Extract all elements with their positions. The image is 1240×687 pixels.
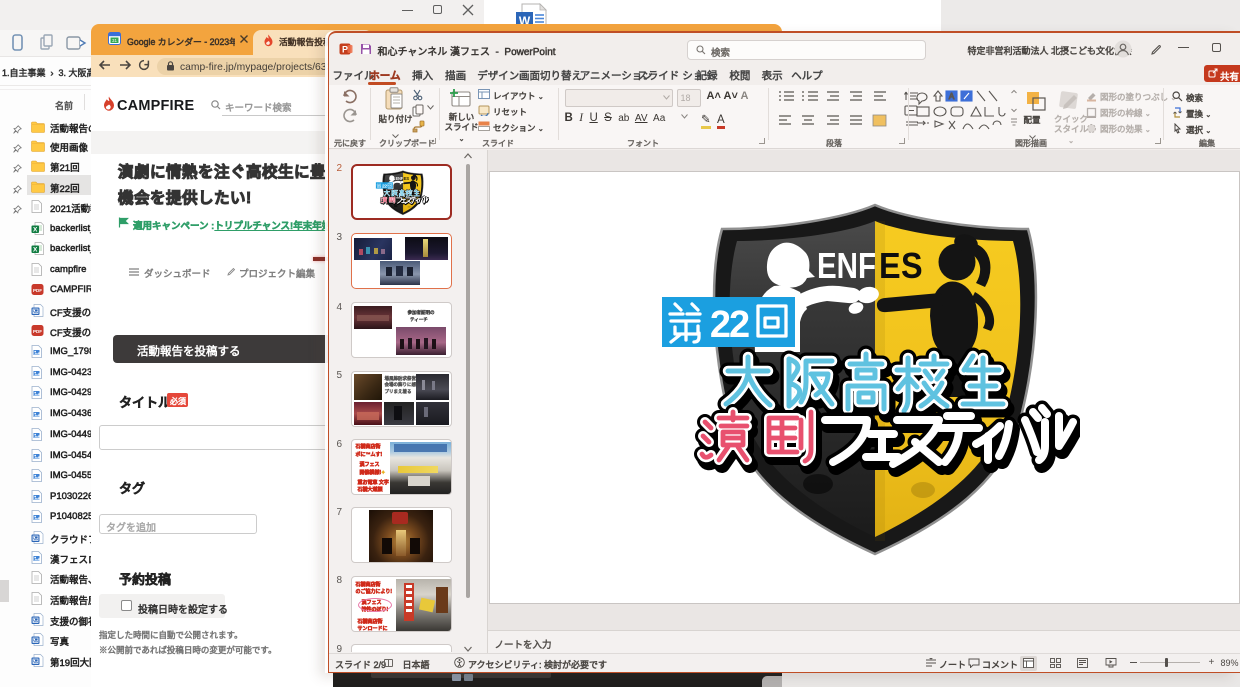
- svg-text:PDF: PDF: [33, 329, 42, 334]
- svg-text:X: X: [33, 246, 38, 253]
- svg-text:31: 31: [112, 38, 118, 43]
- svg-text:A: A: [948, 92, 954, 101]
- svg-text:X: X: [33, 226, 38, 233]
- svg-text:P: P: [341, 44, 347, 54]
- svg-text:PDF: PDF: [33, 288, 42, 293]
